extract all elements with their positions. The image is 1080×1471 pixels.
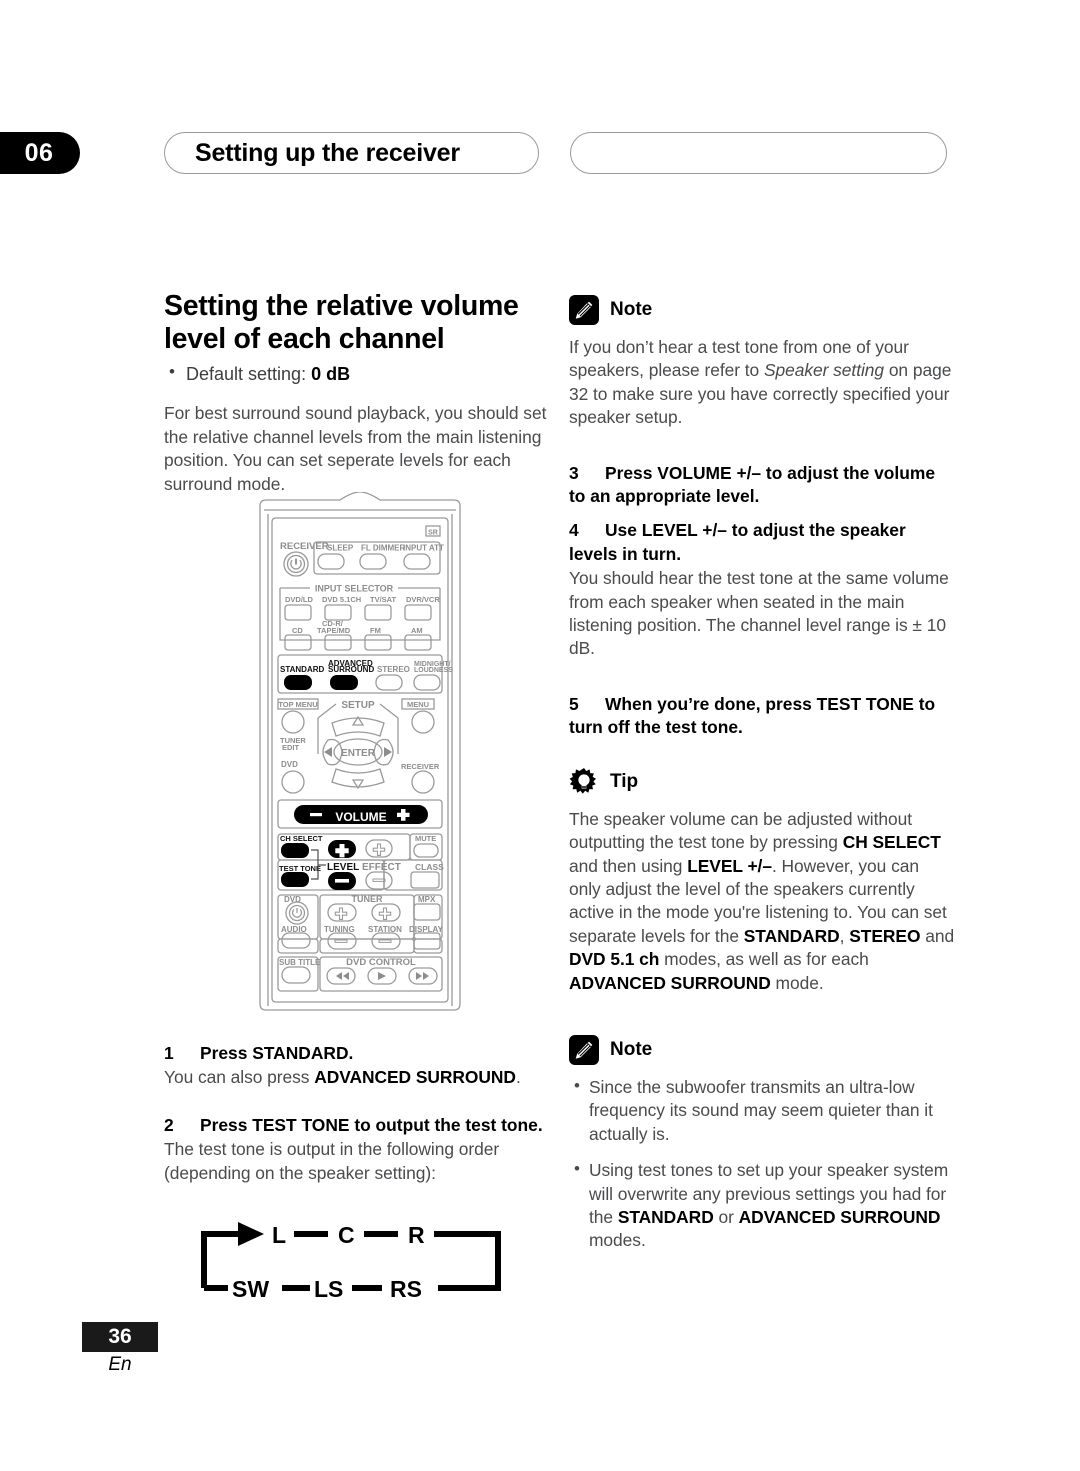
- svg-text:TOP MENU: TOP MENU: [278, 700, 317, 709]
- default-setting-value: 0 dB: [311, 364, 351, 385]
- step-2-body: The test tone is output in the following…: [164, 1139, 500, 1183]
- tip-badge: Tip: [569, 767, 955, 797]
- note-2-bullet-2: • Using test tones to set up your speaker…: [574, 1159, 949, 1251]
- svg-text:SUB TITLE: SUB TITLE: [279, 958, 321, 967]
- bullet-dot: •: [574, 1075, 580, 1095]
- svg-text:CLASS: CLASS: [415, 862, 444, 872]
- step-4-title: 4 Use LEVEL +/– to adjust the speaker lev…: [569, 520, 906, 564]
- pencil-icon: [569, 1034, 599, 1065]
- svg-text:SR: SR: [428, 530, 438, 537]
- speaker-LS: LS: [314, 1276, 343, 1302]
- svg-text:MENU: MENU: [407, 700, 429, 709]
- svg-text:EDIT: EDIT: [282, 743, 300, 752]
- bullet-dot: •: [169, 362, 175, 382]
- svg-text:AM: AM: [411, 626, 423, 635]
- speaker-L: L: [272, 1222, 286, 1248]
- test-tone-button: [281, 872, 309, 887]
- svg-text:FM: FM: [370, 626, 381, 635]
- left-column: Setting the relative volume level of eac…: [164, 290, 550, 510]
- svg-text:RECEIVER: RECEIVER: [401, 762, 440, 771]
- remote-control-illustration: .ol { fill:none; stroke:#9a9a9a; stroke-…: [248, 491, 472, 1016]
- default-setting-line: • Default setting: 0 dB: [164, 362, 550, 386]
- step-2-title: 2 Press TEST TONE to output the test tone…: [164, 1114, 550, 1137]
- advanced-surround-button: [330, 675, 358, 690]
- svg-text:TUNER: TUNER: [352, 894, 383, 904]
- note-badge-1: Note: [569, 295, 955, 325]
- section-heading: Setting the relative volume level of eac…: [164, 290, 519, 356]
- step-4-number: 4: [569, 520, 579, 541]
- svg-text:SETUP: SETUP: [341, 700, 375, 711]
- pencil-icon: [569, 295, 599, 325]
- chapter-number-badge: 06: [0, 132, 80, 174]
- svg-text:SLEEP: SLEEP: [327, 544, 354, 553]
- intro-paragraph: For best surround sound playback, you sh…: [164, 403, 547, 494]
- speaker-R: R: [408, 1222, 425, 1248]
- default-setting-label: Default setting:: [186, 364, 307, 385]
- svg-text:MUTE: MUTE: [415, 834, 436, 843]
- svg-text:CH SELECT: CH SELECT: [280, 834, 323, 843]
- note-badge-2: Note: [569, 1034, 955, 1065]
- step-1-number: 1: [164, 1043, 174, 1063]
- svg-text:FL DIMMER: FL DIMMER: [361, 544, 406, 553]
- svg-text:EFFECT: EFFECT: [362, 862, 401, 873]
- svg-text:RECEIVER: RECEIVER: [280, 541, 329, 552]
- step-4-body: You should hear the test tone at the sam…: [569, 568, 949, 659]
- svg-text:TEST TONE: TEST TONE: [279, 864, 321, 873]
- left-column-steps: 1 Press STANDARD. You can also press ADVA…: [164, 1042, 550, 1199]
- svg-text:STANDARD: STANDARD: [280, 665, 325, 674]
- svg-text:LOUDNESS: LOUDNESS: [414, 667, 453, 674]
- svg-text:DVD: DVD: [281, 760, 298, 769]
- svg-text:INPUT SELECTOR: INPUT SELECTOR: [315, 584, 394, 594]
- svg-text:LEVEL: LEVEL: [327, 862, 359, 873]
- svg-text:TV/SAT: TV/SAT: [370, 595, 397, 604]
- svg-text:MPX: MPX: [418, 895, 436, 904]
- svg-text:TAPE/MD: TAPE/MD: [317, 626, 351, 635]
- speaker-C: C: [338, 1222, 355, 1248]
- note-label-1: Note: [610, 299, 653, 320]
- step-1-title: 1 Press STANDARD.: [164, 1042, 550, 1065]
- speaker-RS: RS: [390, 1276, 422, 1302]
- svg-text:DVD/LD: DVD/LD: [285, 595, 314, 604]
- speaker-SW: SW: [232, 1276, 269, 1302]
- header-blank-capsule: [570, 132, 947, 174]
- tip-body: The speaker volume can be adjusted witho…: [569, 808, 955, 993]
- svg-text:ENTER: ENTER: [341, 748, 376, 759]
- svg-text:STEREO: STEREO: [377, 665, 410, 674]
- svg-text:INPUT ATT: INPUT ATT: [403, 544, 444, 553]
- page-header: 06 Setting up the receiver: [0, 132, 1080, 174]
- lightbulb-icon: [569, 767, 599, 797]
- standard-button: [284, 675, 312, 690]
- svg-text:SURROUND: SURROUND: [328, 665, 374, 674]
- step-5-number: 5: [569, 693, 579, 714]
- step-5-title: 5 When you’re done, press TEST TONE to tu…: [569, 693, 936, 738]
- chapter-title-capsule: Setting up the receiver: [164, 132, 539, 174]
- svg-text:DVD CONTROL: DVD CONTROL: [346, 957, 416, 968]
- note-1-body: If you don’t hear a test tone from one o…: [569, 337, 952, 428]
- right-column: Note If you don’t hear a test tone from …: [569, 295, 955, 1267]
- svg-text:VOLUME: VOLUME: [335, 810, 386, 824]
- svg-text:CD: CD: [292, 626, 303, 635]
- note-label-2: Note: [610, 1038, 653, 1060]
- bullet-dot: •: [574, 1159, 580, 1179]
- svg-text:DVD 5.1CH: DVD 5.1CH: [322, 595, 361, 604]
- note-2-bullet-1: • Since the subwoofer transmits an ultra-…: [574, 1075, 933, 1144]
- page-language: En: [108, 1354, 132, 1375]
- step-2-number: 2: [164, 1114, 174, 1135]
- page-number-badge: 36: [82, 1322, 158, 1352]
- step-1-body: You can also press ADVANCED SURROUND.: [164, 1067, 521, 1088]
- ch-select-button: [281, 843, 309, 858]
- step-3-title: 3 Press VOLUME +/– to adjust the volume t…: [569, 462, 936, 507]
- step-3-number: 3: [569, 462, 579, 483]
- speaker-order-diagram: .sp { font-family:"Liberation Sans", san…: [186, 1212, 516, 1304]
- tip-label: Tip: [610, 770, 639, 792]
- svg-text:DVR/VCR: DVR/VCR: [406, 595, 440, 604]
